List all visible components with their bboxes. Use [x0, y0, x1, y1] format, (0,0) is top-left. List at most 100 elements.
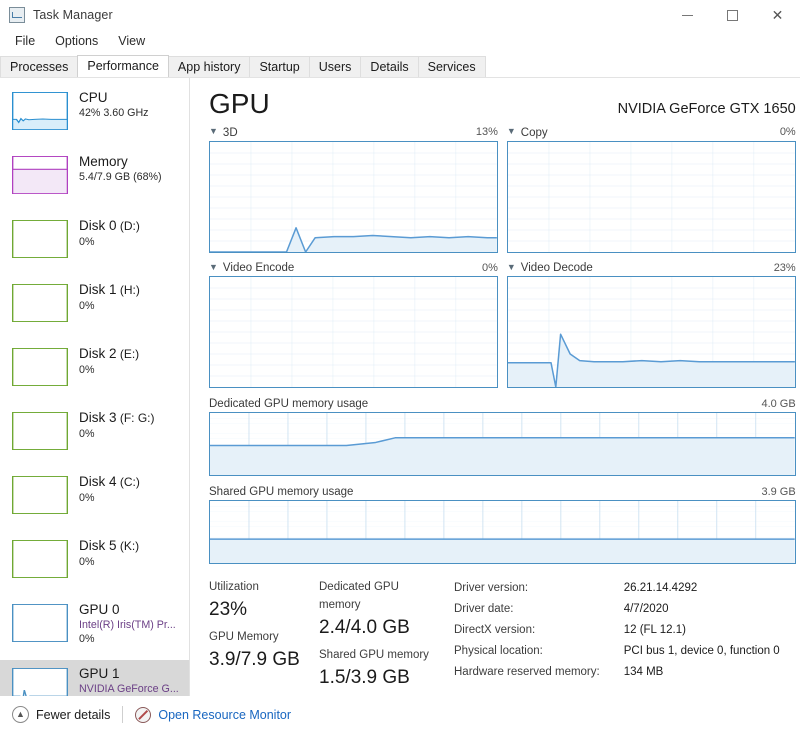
gpu-model-label: NVIDIA GeForce GTX 1650: [617, 101, 796, 117]
graph-canvas-video-decode[interactable]: [506, 276, 796, 388]
device-usage-value: 0%: [79, 300, 95, 312]
graph-canvas-copy[interactable]: [506, 140, 796, 253]
table-row: Driver date: 4/7/2020: [454, 601, 780, 620]
device-usage-value: 0%: [79, 428, 95, 440]
chevron-down-icon[interactable]: ▼: [209, 262, 218, 272]
stat-column-memory: Dedicated GPU memory 2.4/4.0 GB Shared G…: [319, 578, 452, 696]
sidebar-item-disk-1[interactable]: Disk 1 (H:) 0%: [0, 276, 189, 340]
tab-performance[interactable]: Performance: [77, 55, 169, 77]
menu-item-file[interactable]: File: [5, 32, 45, 50]
dedicated-memory-label: Dedicated GPU memory usage: [209, 398, 369, 410]
device-text: Disk 5 (K:) 0%: [79, 537, 139, 569]
sidebar-item-memory[interactable]: Memory 5.4/7.9 GB (68%): [0, 148, 189, 212]
device-usage-value: 0%: [79, 556, 95, 568]
chevron-down-icon[interactable]: ▼: [507, 262, 516, 272]
sidebar-item-disk-4[interactable]: Disk 4 (C:) 0%: [0, 468, 189, 532]
device-thumbnail-graph: [12, 604, 68, 642]
driver-info-table: Driver version: 26.21.14.4292 Driver dat…: [452, 578, 782, 685]
device-text: Memory 5.4/7.9 GB (68%): [79, 153, 162, 184]
device-text: Disk 1 (H:) 0%: [79, 281, 140, 313]
device-name: Memory: [79, 154, 128, 169]
maximize-button[interactable]: [710, 0, 755, 30]
tab-services[interactable]: Services: [417, 56, 486, 77]
graph-canvas-3d[interactable]: [209, 140, 498, 253]
device-drive-letters: (F: G:): [116, 411, 155, 425]
device-thumbnail-graph: [12, 220, 68, 258]
driver-key: DirectX version:: [454, 624, 536, 636]
graph-canvas-video-encode[interactable]: [209, 276, 498, 388]
chevron-down-icon[interactable]: ▼: [209, 127, 218, 136]
stat-value: 2.4/4.0 GB: [319, 617, 410, 638]
sidebar-item-gpu-0[interactable]: GPU 0 Intel(R) Iris(TM) Pr... 0%: [0, 596, 189, 660]
device-thumbnail-graph: [12, 540, 68, 578]
device-thumbnail-graph: [12, 284, 68, 322]
task-manager-icon: [9, 7, 25, 23]
sidebar-item-disk-3[interactable]: Disk 3 (F: G:) 0%: [0, 404, 189, 468]
tab-app-history[interactable]: App history: [167, 56, 251, 77]
shared-memory-max: 3.9 GB: [761, 486, 796, 498]
resource-monitor-label: Open Resource Monitor: [158, 707, 292, 722]
status-divider: [122, 706, 124, 723]
sidebar-item-disk-5[interactable]: Disk 5 (K:) 0%: [0, 532, 189, 596]
driver-value: 134 MB: [623, 666, 664, 678]
stats-area: Utilization 23% GPU Memory 3.9/7.9 GB De…: [209, 578, 796, 696]
page-title: GPU: [209, 88, 270, 119]
driver-value: 12 (FL 12.1): [623, 624, 686, 636]
driver-key: Driver version:: [454, 582, 529, 594]
stat-value: 23%: [209, 599, 248, 620]
tab-startup[interactable]: Startup: [249, 56, 310, 77]
engine-graph-video-encode[interactable]: ▼ Video Encode 0%: [209, 262, 498, 388]
resource-monitor-icon: [135, 706, 152, 723]
tab-processes[interactable]: Processes: [0, 56, 79, 77]
status-bar: ▲ Fewer details Open Resource Monitor: [0, 696, 800, 732]
device-thumbnail-graph: [12, 412, 68, 450]
engine-value: 23%: [773, 261, 796, 274]
device-name: Disk 5 (K:): [79, 538, 140, 553]
table-row: Hardware reserved memory: 134 MB: [454, 664, 780, 683]
device-drive-letters: (D:): [116, 219, 140, 233]
table-row: Physical location: PCI bus 1, device 0, …: [454, 643, 780, 662]
device-list-sidebar[interactable]: CPU 42% 3.60 GHz Memory 5.4/7.9 GB (68%) D…: [0, 78, 190, 729]
dedicated-memory-max: 4.0 GB: [761, 398, 796, 410]
shared-memory-graph: Shared GPU memory usage 3.9 GB: [209, 486, 796, 564]
device-name: GPU 0: [79, 602, 120, 617]
device-usage-value: 5.4/7.9 GB (68%): [79, 171, 162, 183]
open-resource-monitor-link[interactable]: Open Resource Monitor: [135, 706, 292, 723]
tab-users[interactable]: Users: [308, 56, 362, 77]
panel-header: GPU NVIDIA GeForce GTX 1650: [209, 88, 796, 120]
stat-label: Shared GPU memory: [319, 649, 429, 661]
engine-graph-video-decode[interactable]: ▼ Video Decode 23%: [506, 261, 796, 388]
table-row: DirectX version: 12 (FL 12.1): [454, 622, 780, 641]
device-name: Disk 3 (F: G:): [79, 410, 155, 425]
driver-key: Hardware reserved memory:: [454, 666, 600, 678]
close-button[interactable]: ✕: [755, 0, 800, 30]
engine-graph-copy[interactable]: ▼ Copy 0%: [506, 126, 796, 253]
content-area: CPU 42% 3.60 GHz Memory 5.4/7.9 GB (68%) D…: [0, 78, 800, 729]
driver-value: 26.21.14.4292: [623, 582, 698, 594]
device-usage-value: 0%: [79, 236, 95, 248]
device-thumbnail-graph: [12, 92, 68, 130]
stat-label: Dedicated GPU memory: [319, 581, 399, 611]
device-name: Disk 4 (C:): [79, 474, 140, 489]
device-name: GPU 1: [79, 666, 120, 681]
sidebar-item-cpu[interactable]: CPU 42% 3.60 GHz: [0, 84, 189, 148]
engine-graph-3d[interactable]: ▼ 3D 13%: [209, 126, 498, 253]
device-usage-value: 0%: [79, 364, 95, 376]
window-controls: ✕: [665, 0, 800, 30]
menu-item-view[interactable]: View: [108, 32, 155, 50]
sidebar-item-disk-2[interactable]: Disk 2 (E:) 0%: [0, 340, 189, 404]
driver-value: 4/7/2020: [623, 603, 669, 615]
gpu-detail-panel: GPU NVIDIA GeForce GTX 1650 ▼ 3D 13% ▼ C…: [190, 78, 800, 729]
menu-item-options[interactable]: Options: [45, 32, 108, 50]
chevron-down-icon[interactable]: ▼: [507, 127, 516, 136]
graph-canvas-dedicated: [209, 412, 796, 476]
device-drive-letters: (H:): [116, 283, 140, 297]
minimize-button[interactable]: [665, 0, 710, 30]
sidebar-item-disk-0[interactable]: Disk 0 (D:) 0%: [0, 212, 189, 276]
fewer-details-button[interactable]: ▲ Fewer details: [12, 706, 110, 723]
tab-details[interactable]: Details: [360, 56, 419, 77]
shared-memory-label: Shared GPU memory usage: [209, 486, 354, 498]
stat-label: Utilization: [209, 581, 259, 593]
window-title: Task Manager: [33, 8, 113, 22]
driver-value: PCI bus 1, device 0, function 0: [623, 645, 780, 657]
